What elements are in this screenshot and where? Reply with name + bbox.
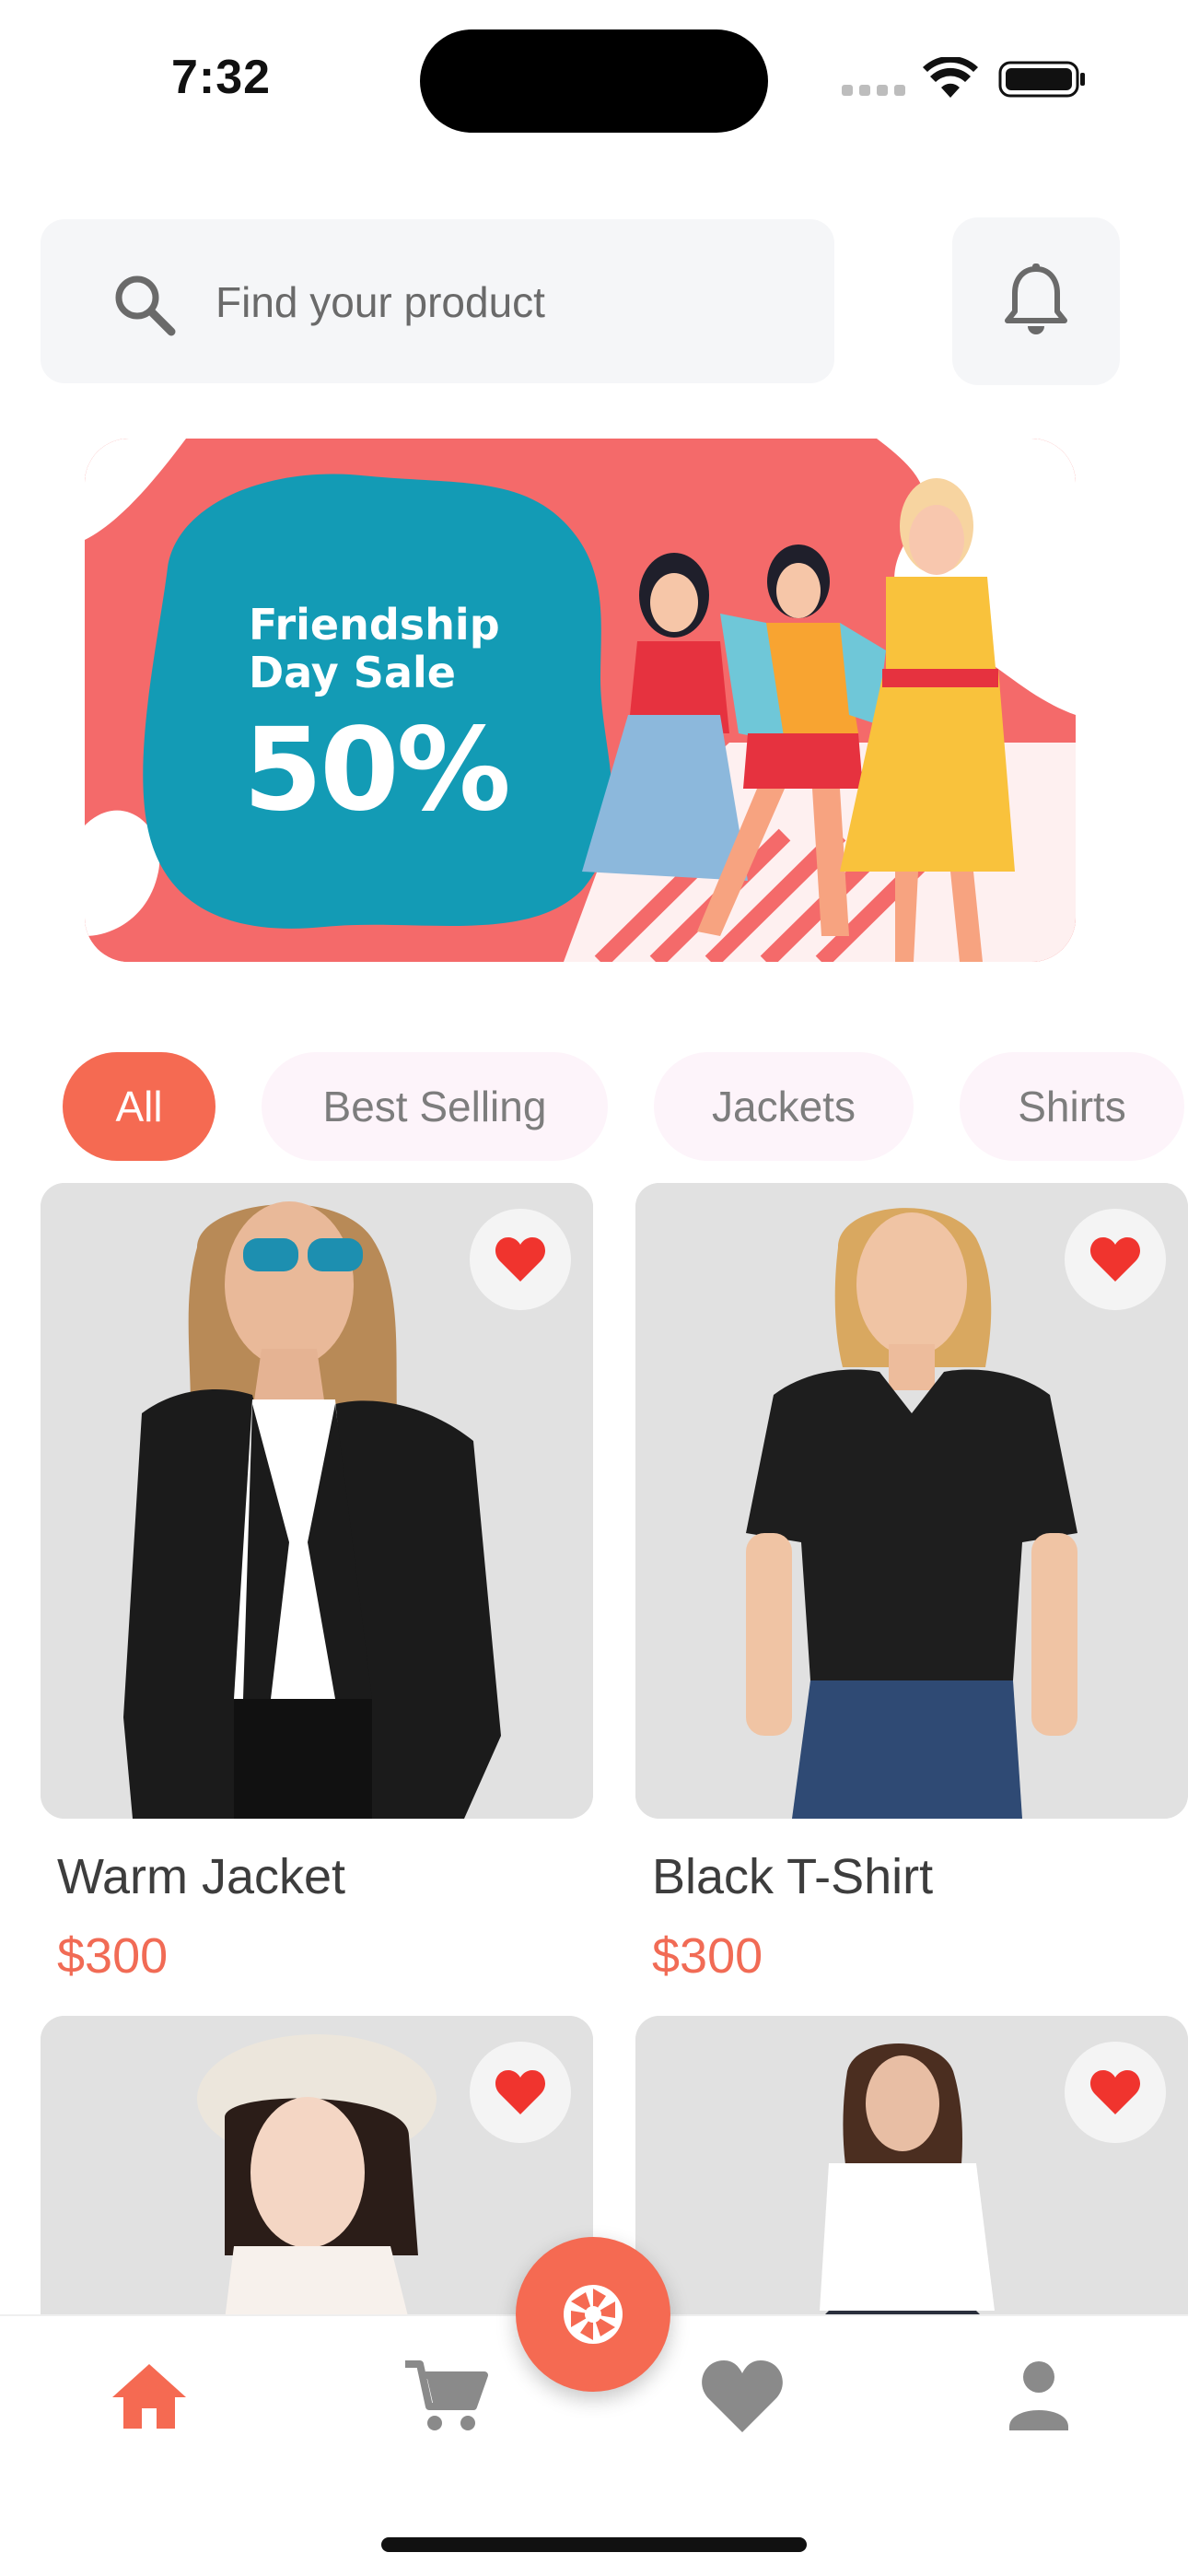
bell-icon xyxy=(1005,263,1067,334)
category-chip-shirts[interactable]: Shirts xyxy=(960,1052,1184,1161)
camera-search-button[interactable] xyxy=(516,2237,670,2392)
product-name: Black T-Shirt xyxy=(652,1849,934,1904)
camera-aperture-icon xyxy=(564,2285,623,2344)
heart-icon xyxy=(495,1237,546,1282)
cellular-signal-icon xyxy=(842,85,905,96)
search-input[interactable] xyxy=(215,265,805,339)
cart-icon xyxy=(405,2360,488,2430)
category-chip-best-selling[interactable]: Best Selling xyxy=(262,1052,608,1161)
status-bar: 7:32 xyxy=(0,0,1188,157)
heart-icon xyxy=(702,2360,783,2432)
nav-home[interactable] xyxy=(103,2349,195,2441)
product-name: Warm Jacket xyxy=(57,1849,346,1904)
nav-cart[interactable] xyxy=(400,2349,492,2441)
banner-discount: 50% xyxy=(243,704,511,837)
home-icon xyxy=(112,2364,186,2429)
search-icon xyxy=(115,275,176,336)
search-bar[interactable] xyxy=(41,219,834,383)
heart-icon xyxy=(1089,1237,1141,1282)
heart-icon xyxy=(495,2070,546,2114)
nav-profile[interactable] xyxy=(993,2349,1085,2441)
notifications-button[interactable] xyxy=(952,217,1120,385)
banner-illustration xyxy=(85,439,1076,962)
promo-banner[interactable]: Friendship Day Sale 50% xyxy=(85,439,1076,962)
favorite-button[interactable] xyxy=(1065,1209,1166,1310)
favorite-button[interactable] xyxy=(1065,2042,1166,2143)
profile-icon xyxy=(1009,2361,1068,2430)
category-chips: All Best Selling Jackets Shirts xyxy=(63,1052,1184,1161)
heart-icon xyxy=(1089,2070,1141,2114)
battery-icon xyxy=(998,61,1085,98)
home-indicator xyxy=(381,2537,807,2552)
favorite-button[interactable] xyxy=(470,2042,571,2143)
category-chip-jackets[interactable]: Jackets xyxy=(654,1052,914,1161)
nav-favorites[interactable] xyxy=(696,2349,788,2441)
favorite-button[interactable] xyxy=(470,1209,571,1310)
dynamic-island xyxy=(420,29,768,133)
banner-title: Friendship Day Sale xyxy=(249,600,500,697)
category-chip-all[interactable]: All xyxy=(63,1052,215,1161)
status-time: 7:32 xyxy=(171,51,272,104)
wifi-icon xyxy=(923,57,978,98)
product-price: $300 xyxy=(652,1928,763,1984)
product-price: $300 xyxy=(57,1928,169,1984)
